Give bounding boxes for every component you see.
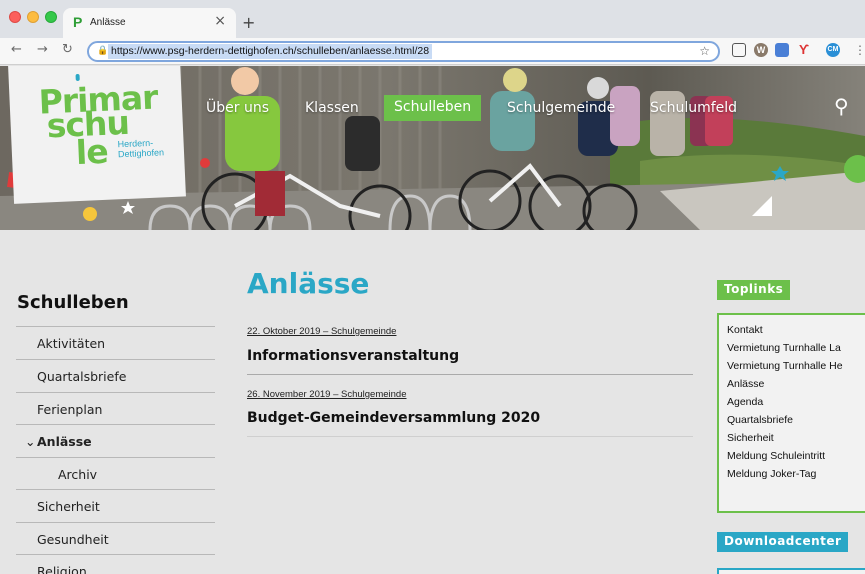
sidebar-item-archiv[interactable]: Archiv [16,457,215,490]
toplink-sicherheit[interactable]: Sicherheit [727,432,774,444]
w-extension-icon[interactable]: W [754,43,768,57]
zoom-window-button[interactable] [45,11,57,23]
toplink-anlaesse[interactable]: Anlässe [727,378,764,390]
close-window-button[interactable] [9,11,21,23]
toplink-vermietung-he[interactable]: Vermietung Turnhalle He [727,360,843,372]
event-title-link[interactable]: Budget-Gemeindeversammlung 2020 [247,410,540,426]
url-text[interactable]: https://www.psg-herdern-dettighofen.ch/s… [108,44,433,59]
school-logo[interactable]: Primar schu le Herdern- Dettighofen [8,66,186,204]
sidebar-item-sicherheit[interactable]: Sicherheit [16,489,215,522]
minimize-window-button[interactable] [27,11,39,23]
toplink-meldung-joker-tag[interactable]: Meldung Joker-Tag [727,468,816,480]
screen-capture-extension-icon[interactable] [732,43,746,57]
browser-tab[interactable]: P Anlässe × [63,8,236,38]
toplink-quartalsbriefe[interactable]: Quartalsbriefe [727,414,793,426]
event-title-link[interactable]: Informationsveranstaltung [247,348,459,364]
sidebar-item-aktivitaeten[interactable]: Aktivitäten [16,326,215,359]
event-meta-link[interactable]: 26. November 2019 – Schulgemeinde [247,389,407,400]
logo-town: Herdern- Dettighofen [117,137,165,160]
tab-title: Anlässe [90,17,126,28]
logo-word-le: le [75,131,109,173]
sidebar-title: Schulleben [17,292,129,313]
sidebar-item-quartalsbriefe[interactable]: Quartalsbriefe [16,359,215,392]
browser-tab-bar: P Anlässe × + [0,0,865,38]
site-favicon-icon: P [73,14,83,30]
new-tab-button[interactable]: + [242,13,255,32]
cm-extension-icon[interactable]: CM [826,43,840,57]
address-bar[interactable]: 🔒 https://www.psg-herdern-dettighofen.ch… [87,41,720,62]
toplinks-heading: Toplinks [717,280,791,300]
bookmark-star-icon[interactable]: ☆ [699,44,710,58]
menu-dots-icon[interactable]: ⋮ [854,43,865,57]
nav-item-ueber-uns[interactable]: Über uns [206,100,269,126]
nav-item-schulumfeld[interactable]: Schulumfeld [650,100,737,126]
search-icon[interactable]: ⚲ [834,94,849,118]
sidebar-item-religion[interactable]: Religion [16,554,215,574]
toplink-vermietung-la[interactable]: Vermietung Turnhalle La [727,342,841,354]
downloadcenter-box [717,568,865,574]
nav-item-schulgemeinde[interactable]: Schulgemeinde [507,100,615,126]
y-extension-icon[interactable]: ϒ [797,43,811,57]
nav-item-schulleben[interactable]: Schulleben [384,95,482,121]
sidebar-item-ferienplan[interactable]: Ferienplan [16,392,215,425]
sidebar-item-gesundheit[interactable]: Gesundheit [16,522,215,555]
sidebar-item-label: Sicherheit [37,499,100,514]
toplinks-box: Kontakt Vermietung Turnhalle La Vermietu… [717,313,865,513]
hero-banner: Primar schu le Herdern- Dettighofen Über… [0,66,865,230]
web-page: Primar schu le Herdern- Dettighofen Über… [0,66,865,574]
event-meta-link[interactable]: 22. Oktober 2019 – Schulgemeinde [247,326,396,337]
sidebar-item-label: Archiv [58,467,98,482]
sidebar-item-label: Gesundheit [37,532,109,547]
close-tab-icon[interactable]: × [214,13,226,29]
sidebar-item-label: Ferienplan [37,402,103,417]
nav-item-klassen[interactable]: Klassen [305,100,359,126]
toplink-agenda[interactable]: Agenda [727,396,763,408]
sidebar-item-label: Religion [37,564,87,574]
reload-icon[interactable]: ↻ [62,42,73,57]
logo-town-line2: Dettighofen [117,147,165,160]
chevron-down-icon: ⌄ [25,434,36,449]
event-divider [247,436,693,437]
downloadcenter-heading: Downloadcenter [717,532,849,552]
sidebar-item-label: Quartalsbriefe [37,369,127,384]
forward-arrow-icon[interactable]: → [37,42,48,57]
toplink-kontakt[interactable]: Kontakt [727,324,763,336]
lock-icon: 🔒 [97,46,109,56]
toplink-meldung-schuleintritt[interactable]: Meldung Schuleintritt [727,450,825,462]
event-divider [247,374,693,375]
back-arrow-icon[interactable]: ← [11,42,22,57]
sidebar-item-label: Aktivitäten [37,336,106,351]
page-title: Anlässe [247,267,370,300]
sidebar-item-label: Anlässe [37,434,92,449]
browser-toolbar: ← → ↻ 🔒 https://www.psg-herdern-dettigho… [0,38,865,65]
sidebar-item-anlaesse[interactable]: ⌄ Anlässe [16,424,215,457]
shield-extension-icon[interactable] [775,43,789,57]
